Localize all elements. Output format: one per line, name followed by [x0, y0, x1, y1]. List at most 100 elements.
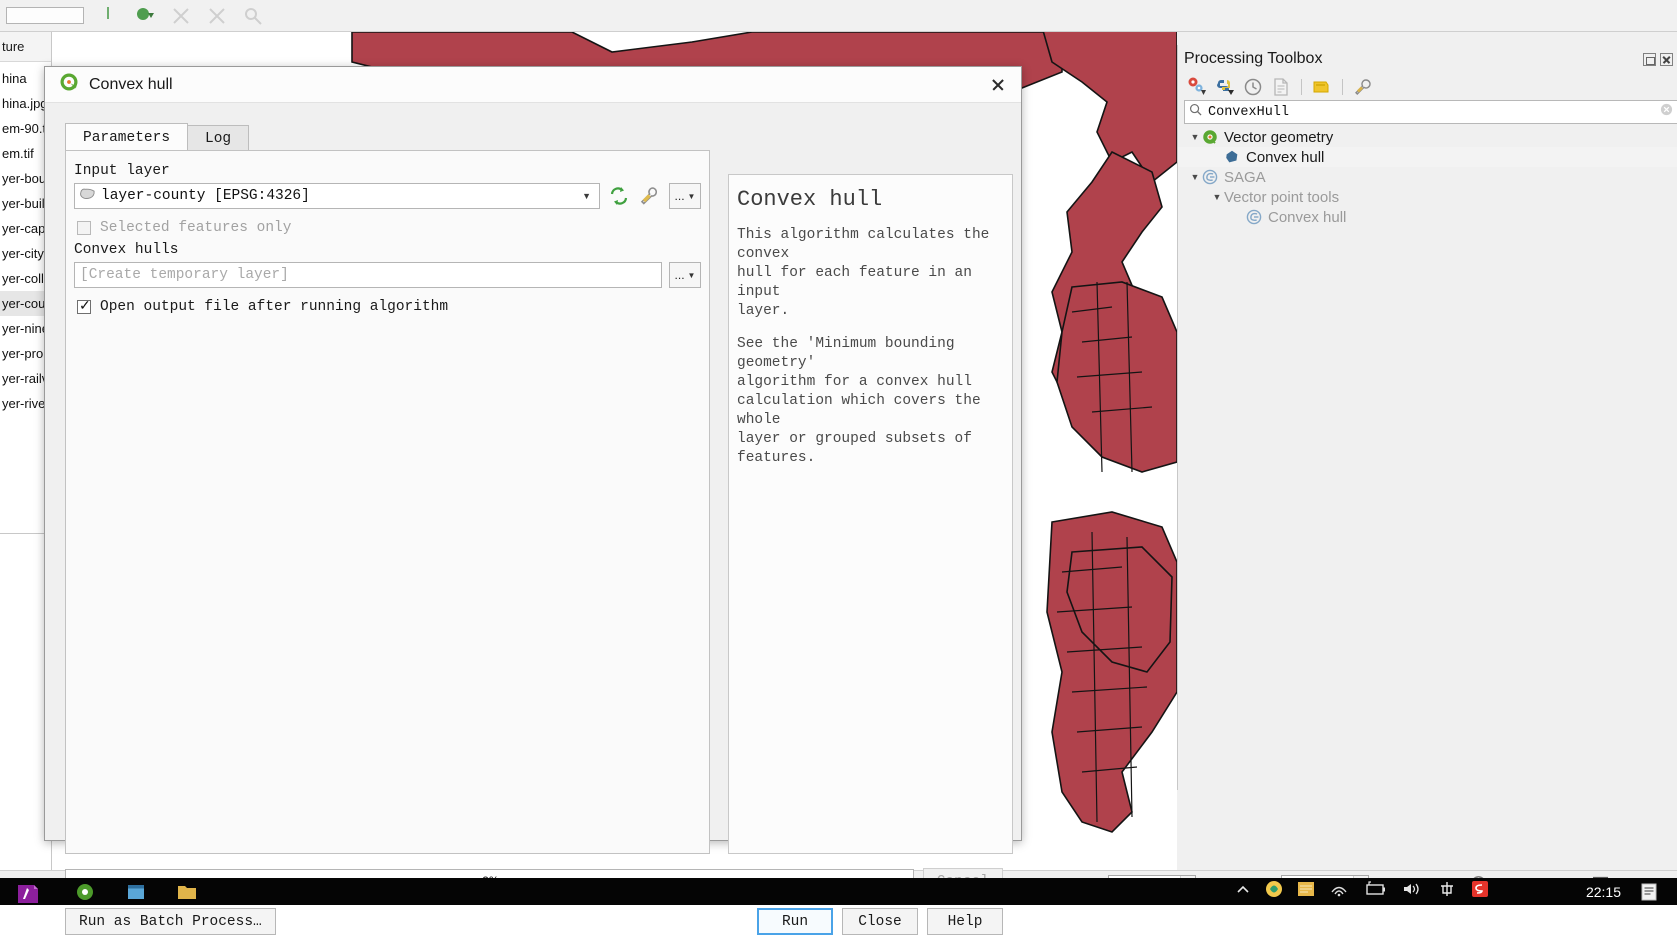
- algorithm-tree-item[interactable]: Convex hull: [1178, 147, 1677, 167]
- notification-icon[interactable]: [1639, 882, 1663, 902]
- dialog-body: ParametersLog Input layer layer-county […: [45, 103, 1021, 840]
- sogou-icon[interactable]: [1471, 880, 1489, 903]
- convex-hull-dialog: Convex hull ParametersLog Input layer la…: [44, 66, 1022, 841]
- output-file-input[interactable]: [Create temporary layer]: [74, 262, 662, 288]
- qgis-icon: [1202, 129, 1218, 145]
- run-button[interactable]: Run: [757, 908, 833, 935]
- output-label: Convex hulls: [74, 242, 701, 258]
- chevron-down-icon[interactable]: ▼: [1188, 132, 1202, 142]
- measure-icon[interactable]: [98, 5, 120, 27]
- parameters-pane: Input layer layer-county [EPSG:4326] ▼: [65, 150, 710, 854]
- chevron-down-icon: ▼: [688, 271, 696, 280]
- processing-toolbox-toolbar: [1178, 73, 1677, 100]
- help-paragraph: See the 'Minimum bounding geometry' algo…: [737, 335, 1006, 468]
- history-icon[interactable]: [1242, 76, 1264, 98]
- options-icon[interactable]: [1352, 76, 1374, 98]
- selected-features-label: Selected features only: [100, 220, 291, 236]
- log-icon[interactable]: [1270, 76, 1292, 98]
- input-layer-browse-button[interactable]: ... ▼: [669, 183, 701, 209]
- open-output-row[interactable]: Open output file after running algorithm: [77, 299, 701, 315]
- antivirus-icon[interactable]: [1265, 880, 1283, 903]
- browser-taskbar-icon[interactable]: [124, 881, 150, 903]
- qgis-taskbar-icon[interactable]: [73, 881, 99, 903]
- search-input[interactable]: ConvexHull: [1208, 105, 1654, 120]
- algorithm-tree-item[interactable]: Convex hull: [1178, 207, 1677, 227]
- help-button[interactable]: Help: [927, 908, 1003, 935]
- run-as-batch-button[interactable]: Run as Batch Process…: [65, 908, 276, 935]
- input-layer-row: layer-county [EPSG:4326] ▼: [74, 183, 701, 209]
- close-icon[interactable]: [983, 72, 1013, 98]
- output-browse-button[interactable]: ... ▼: [669, 262, 701, 288]
- close-button[interactable]: Close: [842, 908, 918, 935]
- saga-icon: [1246, 209, 1262, 225]
- open-output-checkbox[interactable]: [77, 300, 91, 314]
- chevron-down-icon: ▼: [688, 192, 696, 201]
- algorithm-tree-label: Convex hull: [1268, 209, 1346, 226]
- chevron-down-icon[interactable]: ▼: [1188, 172, 1202, 182]
- search-icon: [1189, 103, 1202, 121]
- select-features-icon[interactable]: [134, 5, 156, 27]
- iterate-icon[interactable]: [607, 184, 631, 208]
- toolbar-separator: [1342, 79, 1343, 95]
- browse-dots-label: ...: [675, 268, 685, 282]
- python-script-icon[interactable]: [1214, 76, 1236, 98]
- browse-dots-label: ...: [675, 189, 685, 203]
- algorithm-tree-label: Convex hull: [1246, 149, 1324, 166]
- float-icon[interactable]: [1643, 53, 1656, 66]
- system-tray: [1235, 878, 1489, 905]
- wifi-icon[interactable]: [1329, 881, 1349, 902]
- battery-icon[interactable]: [1363, 881, 1387, 902]
- taskbar-clock: 22:15: [1586, 884, 1621, 900]
- algorithm-tree-label: Vector geometry: [1224, 129, 1333, 146]
- input-layer-value[interactable]: layer-county [EPSG:4326]: [101, 188, 577, 204]
- algorithm-tree-item[interactable]: ▼ Vector geometry: [1178, 127, 1677, 147]
- convex-hull-icon: [1224, 149, 1240, 165]
- help-pane: Convex hull This algorithm calculates th…: [728, 174, 1013, 854]
- algorithm-tree-item[interactable]: ▼Vector point tools: [1178, 187, 1677, 207]
- selected-features-checkbox[interactable]: [77, 221, 91, 235]
- dialog-titlebar: Convex hull: [45, 67, 1021, 103]
- input-layer-label: Input layer: [74, 163, 701, 179]
- input-layer-combo[interactable]: layer-county [EPSG:4326] ▼: [74, 183, 600, 209]
- tab-parameters[interactable]: Parameters: [65, 123, 188, 152]
- help-paragraph: This algorithm calculates the convex hul…: [737, 226, 1006, 321]
- output-row: [Create temporary layer] ... ▼: [74, 262, 701, 288]
- clear-icon[interactable]: [1660, 103, 1673, 121]
- volume-icon[interactable]: [1401, 881, 1423, 902]
- tab-log[interactable]: Log: [187, 125, 249, 152]
- toolbar-combo[interactable]: [6, 7, 84, 24]
- notes-icon[interactable]: [1297, 881, 1315, 902]
- processing-toolbox-title: Processing Toolbox: [1184, 50, 1322, 68]
- open-output-label: Open output file after running algorithm: [100, 299, 448, 315]
- dialog-title: Convex hull: [89, 76, 173, 94]
- help-title: Convex hull: [737, 187, 1006, 212]
- chevron-down-icon[interactable]: ▼: [582, 191, 595, 201]
- saga-icon: [1202, 169, 1218, 185]
- identify-icon[interactable]: [242, 5, 264, 27]
- main-toolbar: [0, 0, 1677, 32]
- layers-panel-header: ture: [0, 32, 51, 62]
- help-text: This algorithm calculates the convex hul…: [737, 226, 1006, 468]
- algorithm-tree-label: Vector point tools: [1224, 189, 1339, 206]
- toolbar-separator: [1301, 79, 1302, 95]
- edit-model-icon[interactable]: [1311, 76, 1333, 98]
- models-icon[interactable]: [1186, 76, 1208, 98]
- expression-icon[interactable]: [638, 184, 662, 208]
- algorithm-tree-item[interactable]: ▼ SAGA: [1178, 167, 1677, 187]
- processing-search-box[interactable]: ConvexHull: [1184, 100, 1677, 124]
- files-taskbar-icon[interactable]: [175, 881, 201, 903]
- app-launcher-icon[interactable]: [16, 881, 42, 903]
- ime-icon[interactable]: [1437, 881, 1457, 902]
- dialog-tabs: ParametersLog: [65, 123, 248, 152]
- processing-toolbox-titlebar: Processing Toolbox: [1178, 45, 1677, 73]
- deselect-all-icon[interactable]: [206, 5, 228, 27]
- close-icon[interactable]: [1660, 53, 1673, 66]
- qgis-icon: [59, 72, 79, 97]
- processing-toolbox-panel: Processing Toolbox: [1177, 45, 1677, 790]
- chevron-up-icon[interactable]: [1235, 882, 1251, 901]
- algorithm-tree-label: SAGA: [1224, 169, 1266, 186]
- chevron-down-icon[interactable]: ▼: [1210, 192, 1224, 202]
- selected-features-row[interactable]: Selected features only: [77, 220, 701, 236]
- deselect-icon[interactable]: [170, 5, 192, 27]
- polygon-layer-icon: [79, 187, 96, 206]
